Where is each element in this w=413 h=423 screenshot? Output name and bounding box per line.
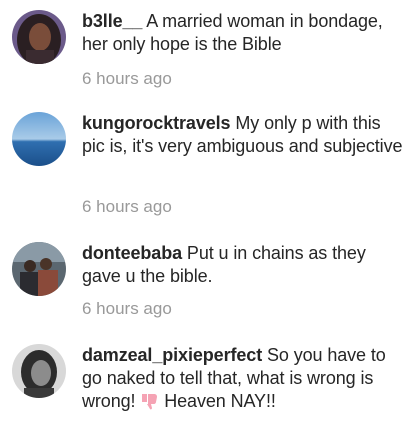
comment-body: kungorocktravels My only p with this pic… bbox=[82, 112, 404, 158]
comment-text-after-emoji: Heaven NAY!! bbox=[164, 391, 276, 411]
sea-horizon-image bbox=[12, 112, 66, 166]
comment-username[interactable]: kungorocktravels bbox=[82, 113, 231, 133]
comment-body: b3lle__ A married woman in bondage, her … bbox=[82, 10, 404, 56]
comment-timestamp: 6 hours ago bbox=[82, 69, 172, 88]
avatar[interactable] bbox=[12, 242, 66, 296]
avatar[interactable] bbox=[12, 344, 66, 398]
avatar[interactable] bbox=[12, 112, 66, 166]
comment-username[interactable]: damzeal_pixieperfect bbox=[82, 345, 262, 365]
thumbs-down-icon bbox=[142, 394, 158, 410]
woman-bw-portrait-image bbox=[12, 344, 66, 398]
comment-timestamp: 6 hours ago bbox=[82, 299, 172, 318]
comment-body: donteebaba Put u in chains as they gave … bbox=[82, 242, 404, 288]
comment-timestamp: 6 hours ago bbox=[82, 197, 172, 216]
group-photo-image bbox=[12, 242, 66, 296]
woman-portrait-image bbox=[12, 10, 66, 64]
comment-body: damzeal_pixieperfect So you have to go n… bbox=[82, 344, 404, 413]
comment-username[interactable]: donteebaba bbox=[82, 243, 182, 263]
avatar[interactable] bbox=[12, 10, 66, 64]
comment-username[interactable]: b3lle__ bbox=[82, 11, 142, 31]
comment-list: b3lle__ A married woman in bondage, her … bbox=[0, 0, 413, 423]
